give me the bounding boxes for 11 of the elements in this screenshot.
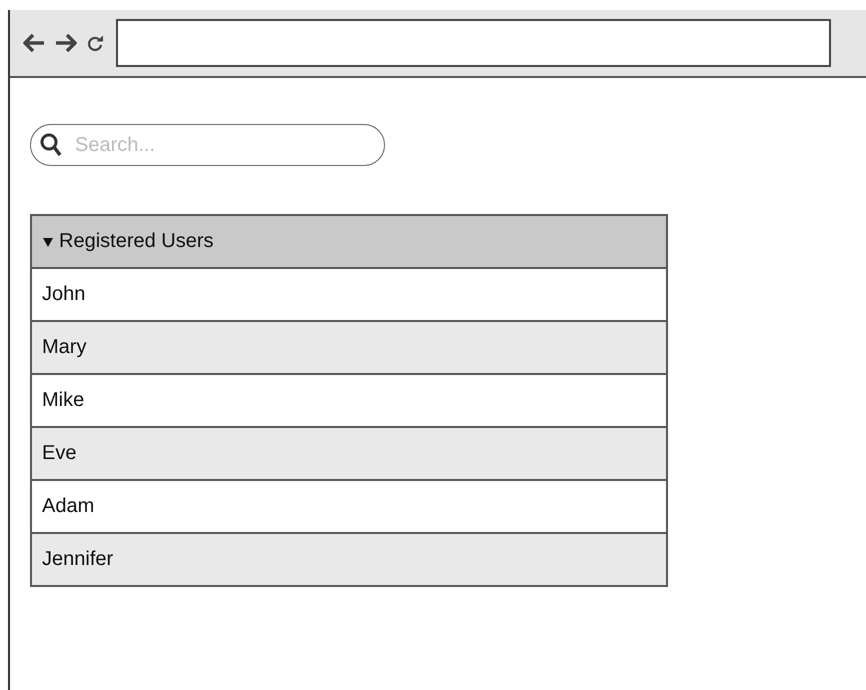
back-icon[interactable] [22, 32, 46, 54]
address-field[interactable] [116, 19, 831, 67]
list-header[interactable]: Registered Users [32, 216, 666, 269]
list-item[interactable]: Mary [32, 322, 666, 375]
list-item[interactable]: Eve [32, 428, 666, 481]
search-icon [40, 133, 62, 157]
search-field[interactable]: Search... [30, 124, 385, 166]
forward-icon[interactable] [54, 32, 78, 54]
list-title: Registered Users [59, 230, 214, 253]
reload-icon[interactable] [86, 34, 104, 52]
list-item[interactable]: Jennifer [32, 534, 666, 585]
